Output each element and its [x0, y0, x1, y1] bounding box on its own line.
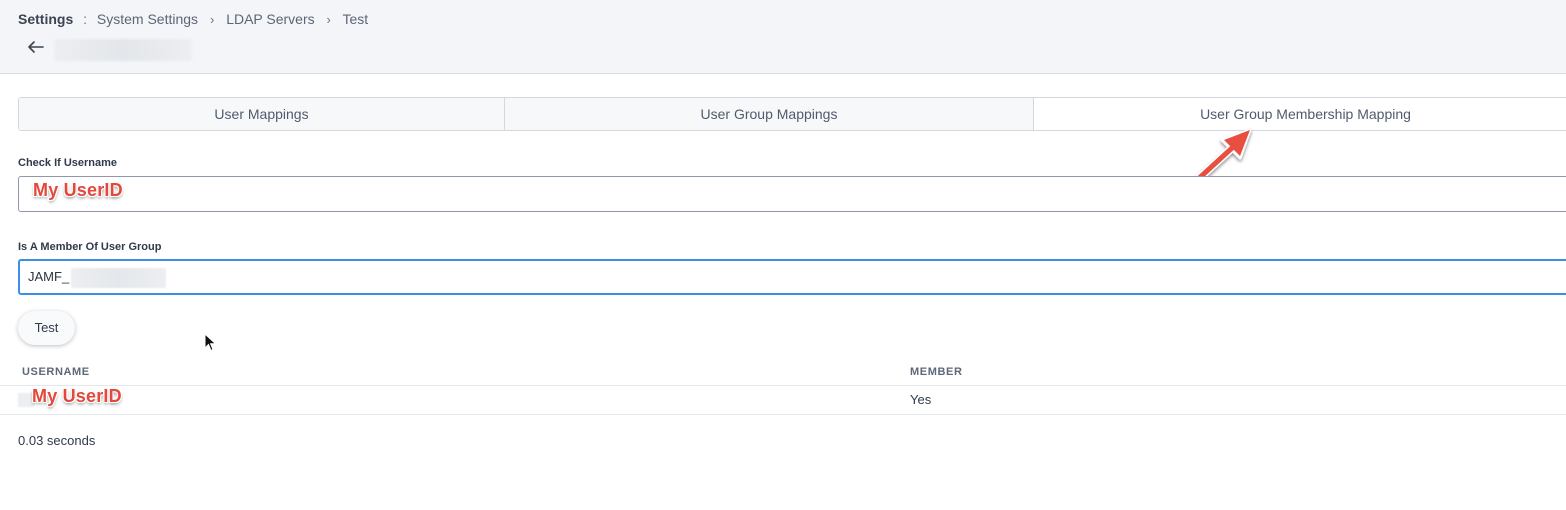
- breadcrumb-ldap-servers[interactable]: LDAP Servers: [226, 11, 314, 27]
- arrow-left-icon: [28, 41, 44, 53]
- breadcrumb: Settings : System Settings › LDAP Server…: [18, 11, 368, 27]
- chevron-right-icon: ›: [209, 12, 215, 27]
- breadcrumb-root[interactable]: Settings: [18, 11, 73, 27]
- redacted-server-name: [54, 39, 192, 61]
- column-header-username: USERNAME: [22, 366, 90, 378]
- username-input[interactable]: My UserID: [18, 176, 1566, 212]
- redacted-group-name: [71, 267, 167, 288]
- page-header: Settings : System Settings › LDAP Server…: [0, 0, 1566, 74]
- test-button[interactable]: Test: [18, 311, 75, 345]
- user-group-value: JAMF_: [28, 269, 70, 284]
- tab-user-group-mappings[interactable]: User Group Mappings: [505, 98, 1034, 130]
- result-username-annotation: My UserID: [32, 386, 122, 406]
- table-header-divider: [0, 385, 1566, 386]
- result-member-value: Yes: [910, 392, 932, 407]
- username-label: Check If Username: [18, 157, 118, 169]
- username-annotation: My UserID: [33, 180, 123, 200]
- back-button[interactable]: [26, 37, 46, 57]
- breadcrumb-separator: :: [83, 11, 88, 27]
- breadcrumb-system-settings[interactable]: System Settings: [97, 11, 198, 27]
- mouse-cursor-icon: [204, 333, 217, 352]
- table-row-divider: [0, 414, 1566, 415]
- elapsed-time: 0.03 seconds: [18, 433, 96, 448]
- column-header-member: MEMBER: [910, 366, 963, 378]
- user-group-input[interactable]: JAMF_: [18, 259, 1566, 295]
- chevron-right-icon: ›: [326, 12, 331, 27]
- tab-bar: User Mappings User Group Mappings User G…: [18, 97, 1566, 131]
- tab-user-mappings[interactable]: User Mappings: [19, 98, 505, 130]
- breadcrumb-test: Test: [342, 11, 369, 27]
- tab-user-group-membership-mapping[interactable]: User Group Membership Mapping: [1034, 98, 1566, 130]
- user-group-label: Is A Member Of User Group: [18, 241, 162, 253]
